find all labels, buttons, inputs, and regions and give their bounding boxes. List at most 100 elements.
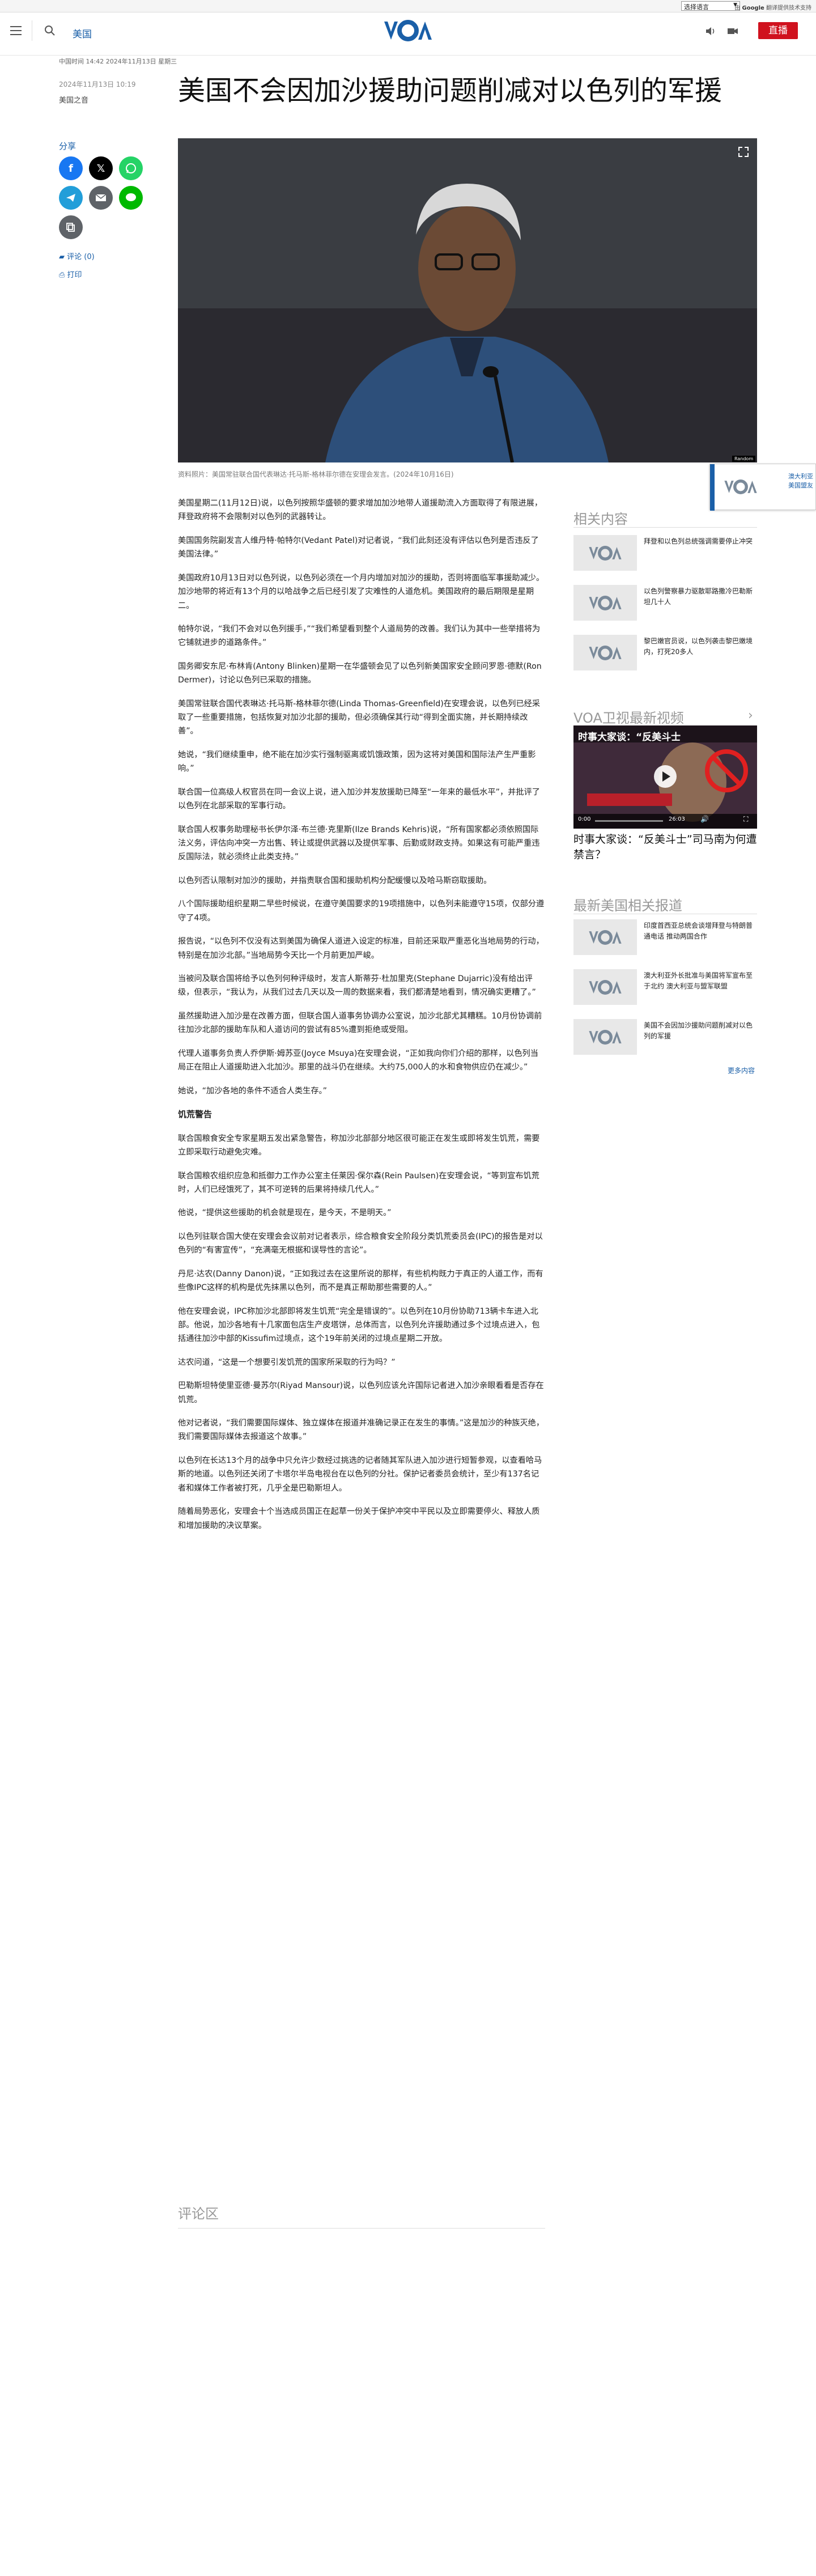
voa-thumbnail-icon — [573, 969, 637, 1005]
paragraph: 当被问及联合国将给予以色列何种评级时，发言人斯蒂芬·杜加里克(Stephane … — [178, 974, 536, 998]
print-link[interactable]: ⎙ 打印 — [59, 269, 82, 279]
menu-icon[interactable] — [10, 26, 22, 35]
audio-icon[interactable] — [705, 26, 717, 36]
floating-tag: Random — [732, 456, 756, 462]
video-section-title[interactable]: VOA卫视最新视频 — [573, 707, 684, 727]
copy-link-button[interactable] — [59, 215, 83, 239]
paragraph: 美国国务院副发言人维丹特·帕特尔(Vedant Patel)对记者说，“我们此刻… — [178, 536, 539, 559]
line-icon — [126, 193, 136, 201]
paragraph: 美国政府10月13日对以色列说，以色列必须在一个月内增加对加沙的援助，否则将面临… — [178, 573, 545, 610]
video-banner: 时事大家谈：“反美斗士 — [578, 732, 681, 743]
latest-item-title: 印度首西亚总统会谈增拜登与特朗普通电话 推动两国合作 — [644, 922, 753, 940]
paragraph: 报告说，“以色列不仅没有达到美国为确保人道进入设定的标准，目前还采取严重恶化当地… — [178, 937, 544, 960]
paragraph: 以色列否认限制对加沙的援助，并指责联合国和援助机构分配缓慢以及哈马斯窃取援助。 — [178, 876, 492, 885]
related-item-title: 黎巴嫩官员说，以色列袭击黎巴嫩境内，打死20多人 — [644, 637, 753, 656]
latest-title: 最新美国相关报道 — [573, 898, 682, 914]
telegram-share-button[interactable] — [59, 186, 83, 210]
print-icon: ⎙ — [59, 271, 65, 279]
powered-by-suffix: 翻译提供技术支持 — [766, 5, 811, 11]
related-item[interactable]: 拜登和以色列总统强调需要停止冲突 — [573, 535, 757, 575]
search-icon[interactable] — [44, 25, 56, 36]
line-share-button[interactable] — [119, 186, 143, 210]
floating-panel[interactable]: 澳大利亚美国盟友 — [709, 464, 816, 511]
whatsapp-icon — [126, 163, 136, 173]
floating-panel-accent — [710, 464, 715, 511]
paragraph: 她说，“我们继续重申，绝不能在加沙实行强制驱离或饥饿政策，因为这将对美国和国际法… — [178, 750, 536, 774]
latest-item-title: 美国不会因加沙援助问题削减对以色列的军援 — [644, 1021, 753, 1040]
video-progress-bar[interactable] — [595, 820, 663, 822]
x-icon: 𝕏 — [96, 162, 105, 175]
live-button[interactable]: 直播 — [758, 22, 798, 39]
email-share-button[interactable] — [89, 186, 113, 210]
paragraph: 他对记者说，“我们需要国际媒体、独立媒体在报道并准确记录正在发生的事情。”这是加… — [178, 1419, 545, 1442]
paragraph: 代理人道事务负责人乔伊斯·姆苏亚(Joyce Msuya)在安理会说，“正如我向… — [178, 1049, 538, 1072]
latest-item[interactable]: 印度首西亚总统会谈增拜登与特朗普通电话 推动两国合作 — [573, 919, 757, 959]
language-select-label: 选择语言 — [684, 3, 709, 11]
comments-heading: 评论区 — [178, 2202, 545, 2229]
expand-icon[interactable] — [738, 146, 749, 158]
paragraph: 她说，“加沙各地的条件不适合人类生存。” — [178, 1086, 327, 1096]
floating-panel-text: 澳大利亚美国盟友 — [788, 473, 813, 489]
related-item[interactable]: 以色列警察暴力驱散耶路撒冷巴勒斯坦几十人 — [573, 585, 757, 625]
speaker-photo — [178, 138, 757, 462]
comment-icon: ▰ — [59, 253, 65, 261]
volume-icon[interactable]: 🔊 — [700, 815, 709, 823]
voa-logo[interactable] — [380, 18, 436, 43]
voa-thumbnail-icon — [573, 919, 637, 955]
telegram-icon — [66, 194, 75, 202]
paragraph: 联合国粮食安全专家星期五发出紧急警告，称加沙北部部分地区很可能正在发生或即将发生… — [178, 1134, 540, 1157]
whatsapp-share-button[interactable] — [119, 156, 143, 180]
voa-thumbnail-icon — [573, 635, 637, 670]
related-divider — [573, 527, 757, 528]
voa-logo-icon — [718, 476, 763, 498]
paragraph: 虽然援助进入加沙是在改善方面，但联合国人道事务协调办公室说，加沙北部尤其糟糕。1… — [178, 1011, 542, 1035]
image-caption: 资料照片：美国常驻联合国代表琳达·托马斯-格林菲尔德在安理会发言。(2024年1… — [178, 470, 454, 478]
paragraph: 联合国粮农组织应急和抵御力工作办公室主任莱因·保尔森(Rein Paulsen)… — [178, 1171, 539, 1194]
article-title: 美国不会因加沙援助问题削减对以色列的军援 — [178, 75, 722, 107]
share-label: 分享 — [59, 141, 76, 151]
voa-thumbnail-icon — [573, 1019, 637, 1055]
x-share-button[interactable]: 𝕏 — [89, 156, 113, 180]
powered-by-brand: Google — [742, 5, 764, 11]
section-link[interactable]: 美国 — [73, 26, 92, 40]
comments-link[interactable]: ▰ 评论 (0) — [59, 251, 95, 261]
powered-by-prefix: 由 — [734, 5, 741, 11]
fullscreen-icon[interactable]: ⛶ — [743, 815, 748, 824]
powered-by: 由 Google 翻译提供技术支持 — [734, 3, 811, 11]
subheading: 饥荒警告 — [178, 1109, 212, 1119]
paragraph: 以色列在长达13个月的战争中只允许少数经过挑选的记者随其军队进入加沙进行短暂参观… — [178, 1455, 542, 1493]
paragraph: 巴勒斯坦特使里亚德·曼苏尔(Riyad Mansour)说，以色列应该允许国际记… — [178, 1381, 544, 1404]
article-source: 美国之音 — [59, 96, 89, 105]
related-item-title: 以色列警察暴力驱散耶路撒冷巴勒斯坦几十人 — [644, 587, 753, 606]
article-body: 美国星期二(11月12日)说，以色列按照华盛顿的要求增加加沙地带人道援助流入方面… — [178, 496, 545, 1542]
video-player[interactable]: 时事大家谈：“反美斗士 0:00 26:03 🔊 ⛶ — [573, 725, 757, 829]
video-icon[interactable] — [726, 26, 739, 36]
paragraph: 美国常驻联合国代表琳达·托马斯-格林菲尔德(Linda Thomas-Green… — [178, 699, 541, 736]
language-select[interactable]: 选择语言 ▼ — [681, 1, 740, 11]
chevron-right-icon[interactable]: › — [748, 708, 753, 723]
voa-thumbnail-icon — [573, 585, 637, 621]
comments-section: 评论区 — [178, 2202, 545, 2229]
copy-icon — [66, 223, 75, 232]
facebook-share-button[interactable]: f — [59, 156, 83, 180]
play-icon — [662, 771, 670, 782]
related-item[interactable]: 黎巴嫩官员说，以色列袭击黎巴嫩境内，打死20多人 — [573, 635, 757, 674]
paragraph: 联合国一位高级人权官员在同一会议上说，进入加沙并发放援助已降至“一年来的最低水平… — [178, 787, 540, 811]
related-title: 相关内容 — [573, 511, 628, 527]
hero-image — [178, 138, 757, 462]
latest-item[interactable]: 澳大利亚外长批准与美国将军宣布至于北约 澳大利亚与盟军联盟 — [573, 969, 757, 1009]
email-icon — [95, 194, 107, 201]
timestamp-strip: 中国时间 14:42 2024年11月13日 星期三 — [59, 58, 177, 65]
paragraph: 达农问道，“这是一个想要引发饥荒的国家所采取的行为吗？” — [178, 1357, 396, 1367]
paragraph: 美国星期二(11月12日)说，以色列按照华盛顿的要求增加加沙地带人道援助流入方面… — [178, 499, 543, 522]
play-button[interactable] — [654, 765, 677, 788]
more-link[interactable]: 更多内容 — [728, 1066, 755, 1075]
site-header: 美国 直播 — [0, 12, 816, 56]
voa-thumbnail-icon — [573, 535, 637, 571]
facebook-icon: f — [69, 162, 73, 175]
article-date: 2024年11月13日 10:19 — [59, 80, 136, 88]
utility-bar: 选择语言 ▼ 由 Google 翻译提供技术支持 — [0, 0, 816, 12]
latest-item[interactable]: 美国不会因加沙援助问题削减对以色列的军援 — [573, 1019, 757, 1059]
video-caption[interactable]: 时事大家谈：“反美斗士”司马南为何遭禁言？ — [573, 832, 757, 862]
print-link-label: 打印 — [67, 271, 82, 279]
